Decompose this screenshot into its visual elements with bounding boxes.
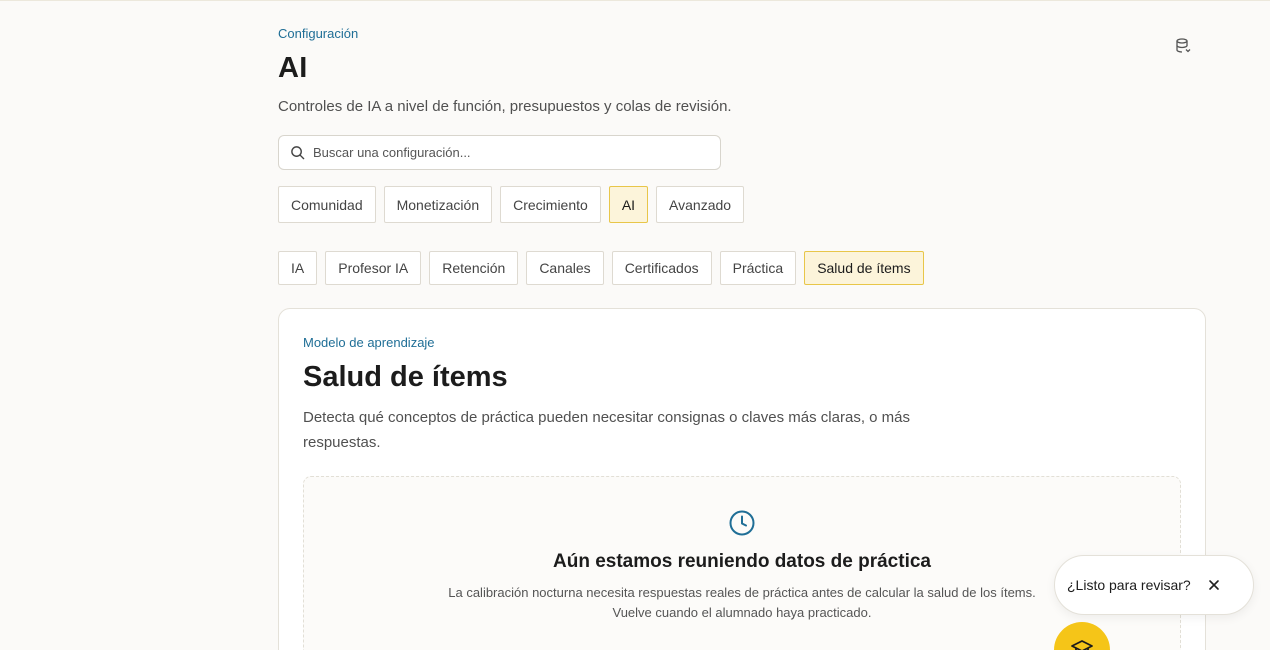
breadcrumb[interactable]: Configuración [278,26,358,41]
review-prompt-toast[interactable]: ¿Listo para revisar? [1054,555,1254,615]
page-subtitle: Controles de IA a nivel de función, pres… [278,98,732,115]
close-icon[interactable] [1207,578,1221,592]
clock-icon [729,510,755,536]
subtab-certificados[interactable]: Certificados [611,251,712,285]
card-description: Detecta qué conceptos de práctica pueden… [303,409,911,451]
toast-text: ¿Listo para revisar? [1067,577,1191,593]
tab-comunidad[interactable]: Comunidad [278,186,376,223]
empty-state-text: La calibración nocturna necesita respues… [448,585,1036,600]
tab-crecimiento[interactable]: Crecimiento [500,186,601,223]
secondary-tabs: IA Profesor IA Retención Canales Certifi… [278,251,924,285]
empty-state-title: Aún estamos reuniendo datos de práctica [553,551,931,572]
search-box[interactable] [278,135,721,170]
empty-state-hint: Vuelve cuando el alumnado haya practicad… [612,605,872,620]
tab-avanzado[interactable]: Avanzado [656,186,745,223]
graduation-cap-icon [1071,640,1093,650]
database-icon[interactable] [1174,37,1192,55]
subtab-practica[interactable]: Práctica [719,251,797,285]
primary-tabs: Comunidad Monetización Crecimiento AI Av… [278,186,745,223]
search-icon [291,146,305,160]
subtab-canales[interactable]: Canales [526,251,604,285]
tab-monetizacion[interactable]: Monetización [383,186,493,223]
search-input[interactable] [313,136,720,169]
subtab-profesor-ia[interactable]: Profesor IA [325,251,422,285]
tab-ai[interactable]: AI [608,186,649,223]
subtab-salud-de-items[interactable]: Salud de ítems [804,251,924,285]
top-divider [0,0,1270,1]
card-eyebrow: Modelo de aprendizaje [303,335,435,350]
page-title: AI [278,52,308,84]
subtab-retencion[interactable]: Retención [429,251,519,285]
empty-state: Aún estamos reuniendo datos de práctica … [303,476,1181,650]
card-title: Salud de ítems [303,361,508,393]
subtab-ia[interactable]: IA [278,251,318,285]
